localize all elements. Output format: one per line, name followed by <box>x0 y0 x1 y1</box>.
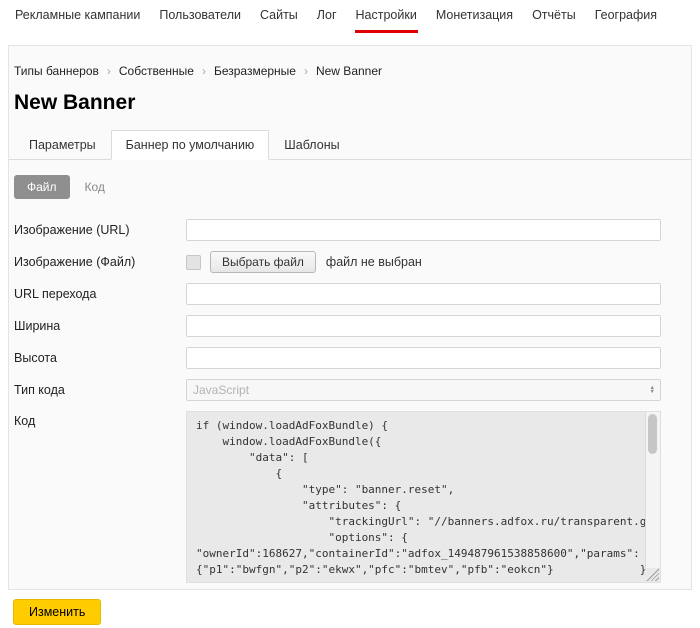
image-file-checkbox[interactable] <box>186 255 201 270</box>
scrollbar-thumb[interactable] <box>648 414 657 454</box>
image-url-input[interactable] <box>186 219 661 241</box>
code-type-row: Тип кода JavaScript ▲ ▼ <box>14 379 686 401</box>
content-panel: Типы баннеров › Собственные › Безразмерн… <box>8 45 692 590</box>
height-row: Высота <box>14 347 686 369</box>
nav-item-reports[interactable]: Отчёты <box>531 0 577 33</box>
code-type-label: Тип кода <box>14 383 186 397</box>
nav-item-monetization[interactable]: Монетизация <box>435 0 514 33</box>
image-file-row: Изображение (Файл) Выбрать файл файл не … <box>14 251 686 273</box>
file-mode-button[interactable]: Файл <box>14 175 70 199</box>
nav-item-settings[interactable]: Настройки <box>355 0 418 33</box>
breadcrumb-item-own[interactable]: Собственные <box>119 64 194 78</box>
code-mode-button[interactable]: Код <box>85 180 105 194</box>
width-input[interactable] <box>186 315 661 337</box>
code-content[interactable]: if (window.loadAdFoxBundle) { window.loa… <box>187 412 660 582</box>
breadcrumb-item-sizeless[interactable]: Безразмерные <box>214 64 296 78</box>
breadcrumb: Типы баннеров › Собственные › Безразмерн… <box>14 46 686 78</box>
top-navigation: Рекламные кампании Пользователи Сайты Ло… <box>0 0 700 33</box>
tab-bar: Параметры Баннер по умолчанию Шаблоны <box>9 130 691 160</box>
code-type-value: JavaScript <box>193 383 249 397</box>
breadcrumb-item-banner-types[interactable]: Типы баннеров <box>14 64 99 78</box>
banner-mode-toggle: Файл Код <box>14 175 686 199</box>
chevron-right-icon: › <box>304 64 308 78</box>
height-label: Высота <box>14 351 186 365</box>
target-url-label: URL перехода <box>14 287 186 301</box>
height-input[interactable] <box>186 347 661 369</box>
tab-parameters[interactable]: Параметры <box>14 130 111 160</box>
submit-button[interactable]: Изменить <box>13 599 101 625</box>
nav-item-geography[interactable]: География <box>594 0 658 33</box>
image-url-label: Изображение (URL) <box>14 223 186 237</box>
banner-form: Изображение (URL) Изображение (Файл) Выб… <box>14 219 686 583</box>
tab-templates[interactable]: Шаблоны <box>269 130 354 160</box>
image-file-label: Изображение (Файл) <box>14 255 186 269</box>
code-label: Код <box>14 411 186 428</box>
chevron-right-icon: › <box>202 64 206 78</box>
nav-item-log[interactable]: Лог <box>316 0 338 33</box>
breadcrumb-item-current: New Banner <box>316 64 382 78</box>
scrollbar-track[interactable] <box>645 412 660 568</box>
tab-default-banner[interactable]: Баннер по умолчанию <box>111 130 270 160</box>
file-status-text: файл не выбран <box>326 255 422 269</box>
page-title: New Banner <box>14 91 686 115</box>
nav-item-users[interactable]: Пользователи <box>158 0 242 33</box>
image-url-row: Изображение (URL) <box>14 219 686 241</box>
chevron-right-icon: › <box>107 64 111 78</box>
nav-item-sites[interactable]: Сайты <box>259 0 299 33</box>
nav-item-campaigns[interactable]: Рекламные кампании <box>14 0 141 33</box>
code-editor[interactable]: if (window.loadAdFoxBundle) { window.loa… <box>186 411 661 583</box>
select-stepper-icon: ▲ ▼ <box>650 386 655 395</box>
target-url-row: URL перехода <box>14 283 686 305</box>
caret-down-icon: ▼ <box>650 390 655 395</box>
code-row: Код if (window.loadAdFoxBundle) { window… <box>14 411 686 583</box>
width-row: Ширина <box>14 315 686 337</box>
choose-file-button[interactable]: Выбрать файл <box>210 251 316 273</box>
width-label: Ширина <box>14 319 186 333</box>
target-url-input[interactable] <box>186 283 661 305</box>
code-type-select[interactable]: JavaScript ▲ ▼ <box>186 379 661 401</box>
